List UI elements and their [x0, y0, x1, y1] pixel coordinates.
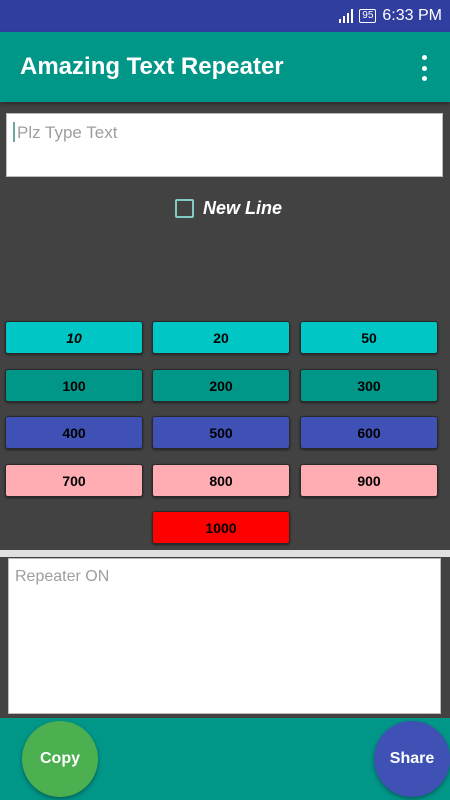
- new-line-label: New Line: [203, 198, 283, 218]
- text-input-placeholder: Plz Type Text: [17, 123, 118, 142]
- repeat-10-button[interactable]: 10: [5, 321, 143, 354]
- share-button[interactable]: Share: [374, 721, 450, 797]
- app-title: Amazing Text Repeater: [20, 53, 284, 80]
- status-time: 6:33 PM: [382, 7, 442, 24]
- repeat-1000-button[interactable]: 1000: [152, 511, 290, 544]
- repeat-900-button[interactable]: 900: [300, 464, 438, 497]
- text-input[interactable]: Plz Type Text: [6, 113, 443, 177]
- repeat-700-button[interactable]: 700: [5, 464, 143, 497]
- signal-icon: [339, 9, 354, 23]
- app-bar: Amazing Text Repeater: [0, 32, 450, 102]
- repeat-500-button[interactable]: 500: [152, 416, 290, 449]
- section-divider: [0, 550, 450, 557]
- repeat-200-button[interactable]: 200: [152, 369, 290, 402]
- repeat-600-button[interactable]: 600: [300, 416, 438, 449]
- output-placeholder: Repeater ON: [15, 568, 110, 585]
- repeat-400-button[interactable]: 400: [5, 416, 143, 449]
- copy-button[interactable]: Copy: [22, 721, 98, 797]
- repeat-800-button[interactable]: 800: [152, 464, 290, 497]
- new-line-checkbox[interactable]: [175, 199, 194, 218]
- repeat-20-button[interactable]: 20: [152, 321, 290, 354]
- text-cursor: [13, 122, 15, 142]
- output-text-area[interactable]: Repeater ON: [8, 558, 441, 714]
- status-bar: 95 6:33 PM: [0, 0, 450, 32]
- repeat-100-button[interactable]: 100: [5, 369, 143, 402]
- status-indicators: 95 6:33 PM: [339, 0, 442, 32]
- new-line-toggle[interactable]: New Line: [175, 198, 282, 219]
- overflow-menu-icon[interactable]: [418, 55, 430, 81]
- repeat-50-button[interactable]: 50: [300, 321, 438, 354]
- repeat-300-button[interactable]: 300: [300, 369, 438, 402]
- battery-icon: 95: [359, 9, 377, 23]
